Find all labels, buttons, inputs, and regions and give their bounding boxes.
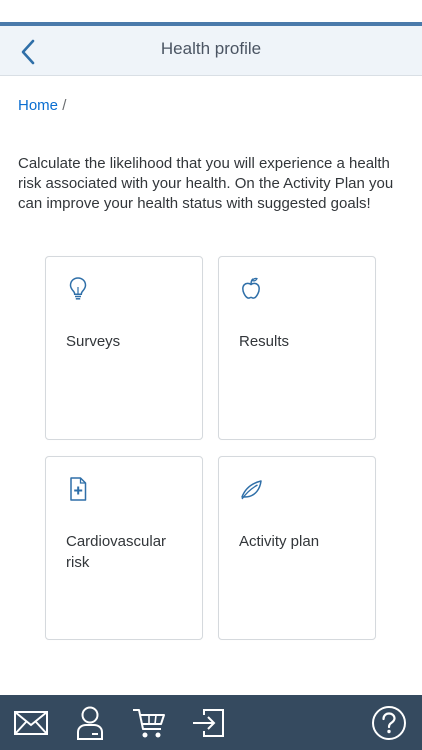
lightbulb-icon (69, 277, 87, 300)
intro-text: Calculate the likelihood that you will e… (18, 155, 394, 212)
status-bar-area (0, 0, 422, 22)
breadcrumb-separator: / (62, 97, 67, 114)
help-button[interactable] (370, 704, 408, 742)
medical-document-icon (70, 477, 87, 501)
tile-label: Results (239, 333, 290, 350)
mail-button[interactable] (12, 704, 50, 742)
tile-label: Surveys (66, 333, 121, 350)
footer-toolbar (0, 695, 422, 750)
profile-button[interactable] (71, 704, 109, 742)
tile-results[interactable]: Results (218, 256, 376, 440)
help-icon (372, 706, 406, 740)
cart-icon (133, 709, 165, 738)
app-header: Health profile (0, 22, 422, 76)
logout-icon (193, 709, 224, 737)
page-title: Health profile (160, 39, 262, 58)
tile-cardiovascular-risk[interactable]: Cardiovascular risk (45, 456, 203, 640)
logout-button[interactable] (189, 704, 227, 742)
breadcrumb: Home / (18, 97, 66, 114)
leaf-icon (241, 480, 262, 500)
cart-button[interactable] (130, 704, 168, 742)
tile-surveys[interactable]: Surveys (45, 256, 203, 440)
tile-label: Activity plan (239, 533, 320, 550)
tile-activity-plan[interactable]: Activity plan (218, 456, 376, 640)
user-icon (77, 706, 103, 740)
tile-label: Cardiovascular risk (66, 533, 167, 571)
breadcrumb-home-link[interactable]: Home (18, 97, 58, 114)
apple-icon (242, 277, 260, 299)
mail-icon (14, 711, 48, 735)
